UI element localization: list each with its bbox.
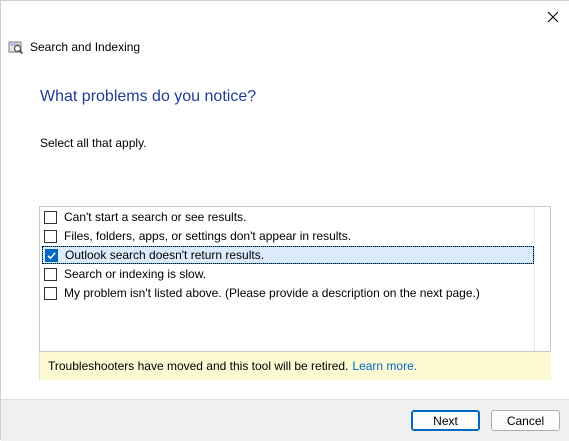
checkbox[interactable]: [44, 267, 57, 281]
retirement-banner: Troubleshooters have moved and this tool…: [39, 352, 551, 380]
instruction-text: Select all that apply.: [40, 136, 147, 150]
checkbox[interactable]: [44, 286, 57, 300]
banner-text: Troubleshooters have moved and this tool…: [48, 359, 349, 373]
checkbox[interactable]: [44, 229, 57, 243]
page-title: What problems do you notice?: [40, 88, 257, 105]
window-title: Search and Indexing: [30, 40, 141, 54]
problem-label: Can't start a search or see results.: [64, 210, 247, 224]
learn-more-link[interactable]: Learn more.: [352, 359, 417, 373]
checkbox[interactable]: [44, 210, 57, 224]
troubleshooter-window: Search and Indexing What problems do you…: [0, 0, 569, 441]
footer-bar: Next Cancel: [1, 399, 569, 441]
search-indexing-icon: [8, 39, 24, 55]
problem-item-outlook-search[interactable]: Outlook search doesn't return results.: [42, 246, 534, 264]
checkmark-icon: [47, 251, 56, 259]
title-bar: Search and Indexing: [8, 38, 140, 56]
problem-label: Outlook search doesn't return results.: [65, 248, 265, 262]
problem-label: Files, folders, apps, or settings don't …: [64, 229, 352, 243]
checkbox-checked[interactable]: [45, 248, 58, 262]
problem-label: Search or indexing is slow.: [64, 267, 207, 281]
problem-item-search-slow[interactable]: Search or indexing is slow.: [42, 265, 206, 283]
problem-list[interactable]: Can't start a search or see results. Fil…: [39, 206, 551, 352]
problem-item-not-listed[interactable]: My problem isn't listed above. (Please p…: [42, 284, 480, 302]
close-icon: [547, 11, 559, 23]
cancel-button[interactable]: Cancel: [491, 410, 560, 431]
problem-label: My problem isn't listed above. (Please p…: [64, 286, 480, 300]
scrollbar[interactable]: [534, 207, 550, 351]
close-button[interactable]: [537, 5, 569, 29]
problem-item-cant-start-search[interactable]: Can't start a search or see results.: [42, 208, 246, 226]
problem-item-files-not-appearing[interactable]: Files, folders, apps, or settings don't …: [42, 227, 351, 245]
next-button[interactable]: Next: [411, 410, 480, 431]
